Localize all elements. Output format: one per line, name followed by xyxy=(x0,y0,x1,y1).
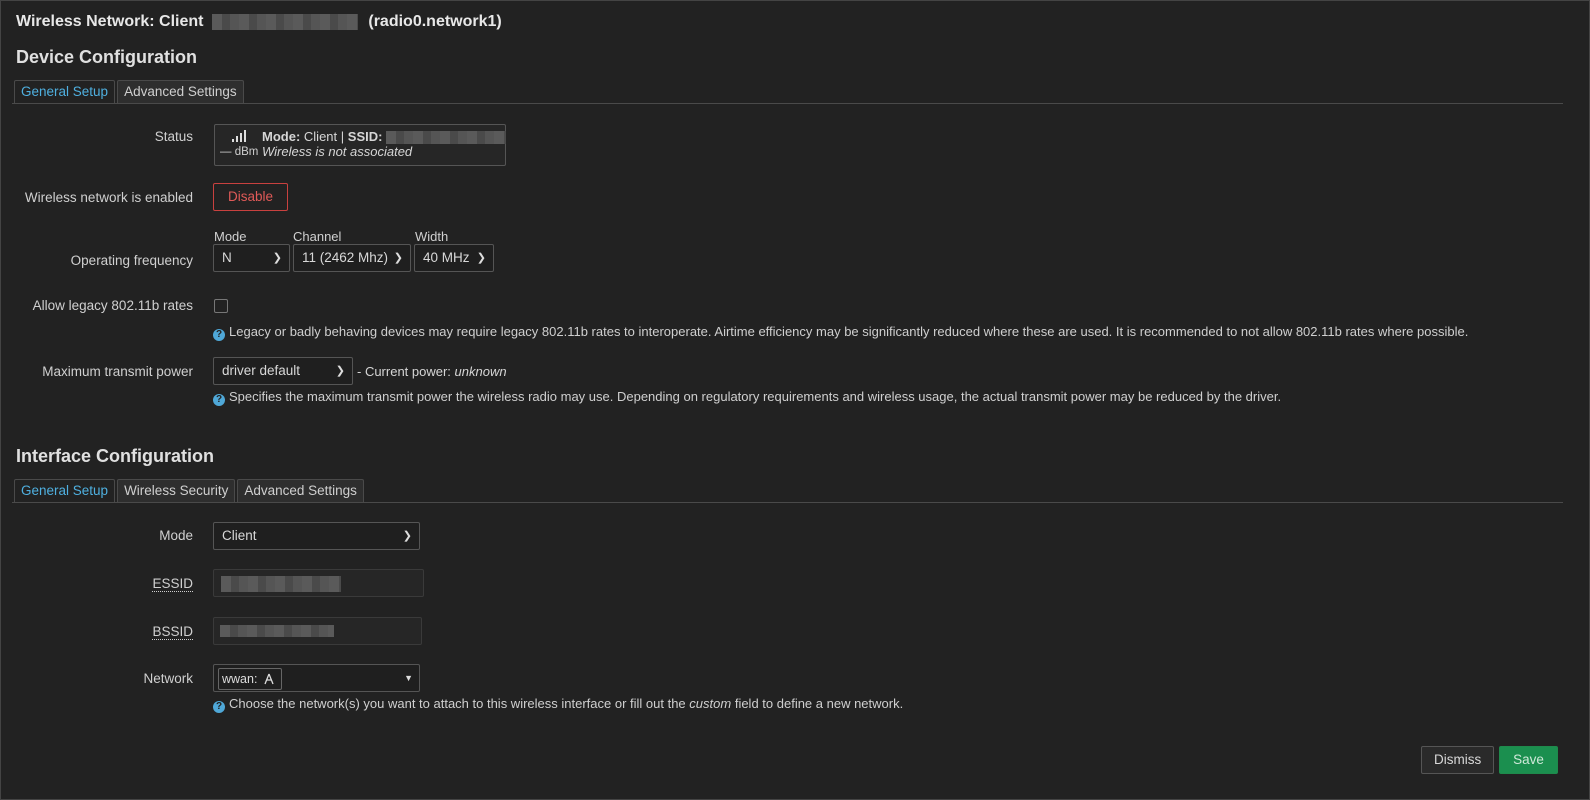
freq-mode-select[interactable]: N ❯ xyxy=(213,244,290,272)
essid-label: ESSID xyxy=(152,576,193,592)
help-icon: ? xyxy=(213,329,225,341)
freq-mode-label: Mode xyxy=(214,229,247,244)
chevron-down-icon: ❯ xyxy=(393,252,403,264)
interface-config-tabs: General Setup Wireless Security Advanced… xyxy=(14,479,364,503)
tab-wireless-security[interactable]: Wireless Security xyxy=(117,479,236,502)
redacted-ssid xyxy=(211,13,358,30)
bssid-label-text: BSSID xyxy=(152,624,193,640)
dismiss-button[interactable]: Dismiss xyxy=(1421,746,1495,774)
legacy-help-text: Legacy or badly behaving devices may req… xyxy=(229,324,1469,339)
redacted-ssid-value xyxy=(386,131,507,145)
redacted-bssid xyxy=(220,625,334,637)
network-help-em: custom xyxy=(689,696,732,711)
status-separator: | xyxy=(340,129,345,144)
interface-config-heading: Interface Configuration xyxy=(16,446,215,466)
mode-key: Mode: xyxy=(262,129,301,144)
title-suffix: (radio0.network1) xyxy=(368,13,502,30)
chevron-down-icon: ❯ xyxy=(402,530,412,542)
network-help: ? Choose the network(s) you want to attac… xyxy=(213,696,903,713)
freq-mode-value: N xyxy=(222,250,232,265)
redacted-essid xyxy=(221,576,341,592)
page-title: Wireless Network: Client (radio0.network… xyxy=(16,13,502,31)
current-power-prefix: - Current power: xyxy=(357,364,451,379)
bssid-input[interactable] xyxy=(213,617,422,645)
tab-iface-advanced-settings[interactable]: Advanced Settings xyxy=(237,479,364,502)
iface-mode-label: Mode xyxy=(159,528,193,543)
freq-width-value: 40 MHz xyxy=(423,250,470,265)
iface-mode-value: Client xyxy=(222,528,257,543)
status-line: Mode: Client | SSID: xyxy=(262,129,507,145)
operating-frequency-label: Operating frequency xyxy=(70,253,193,268)
chevron-down-icon: ❯ xyxy=(476,252,486,264)
chevron-down-icon: ❯ xyxy=(335,365,345,377)
mode-value: Client xyxy=(303,129,338,144)
network-label: Network xyxy=(143,671,193,686)
freq-width-label: Width xyxy=(415,229,449,244)
current-power: - Current power: unknown xyxy=(357,364,507,379)
tab-advanced-settings[interactable]: Advanced Settings xyxy=(117,80,244,103)
essid-label-text: ESSID xyxy=(152,576,193,592)
save-button[interactable]: Save xyxy=(1499,746,1558,774)
network-help-prefix: Choose the network(s) you want to attach… xyxy=(229,696,686,711)
network-help-suffix: field to define a new network. xyxy=(734,696,904,711)
current-power-value: unknown xyxy=(454,364,507,379)
status-label: Status xyxy=(154,129,193,144)
bssid-label: BSSID xyxy=(152,624,193,640)
freq-channel-value: 11 (2462 Mhz) xyxy=(302,250,389,265)
legacy-help: ? Legacy or badly behaving devices may re… xyxy=(213,324,1468,341)
signal-icon xyxy=(232,130,246,142)
legacy-label: Allow legacy 802.11b rates xyxy=(32,298,193,313)
help-icon: ? xyxy=(213,394,225,406)
network-chip-label: wwan: xyxy=(222,672,258,686)
device-config-tabs: General Setup Advanced Settings xyxy=(14,80,244,104)
ssid-key: SSID: xyxy=(347,129,383,144)
help-icon: ? xyxy=(213,701,225,713)
network-icon xyxy=(264,673,275,685)
iface-mode-select[interactable]: Client ❯ xyxy=(213,522,420,550)
network-chip[interactable]: wwan: xyxy=(218,668,283,690)
device-config-heading: Device Configuration xyxy=(16,47,198,67)
freq-channel-select[interactable]: 11 (2462 Mhz) ❯ xyxy=(293,244,411,272)
tab-general-setup[interactable]: General Setup xyxy=(14,80,116,103)
chevron-down-icon: ❯ xyxy=(272,252,282,264)
essid-input[interactable] xyxy=(213,569,424,597)
enabled-label: Wireless network is enabled xyxy=(24,190,193,205)
tab-divider xyxy=(12,103,1563,104)
freq-channel-label: Channel xyxy=(293,229,342,244)
txpower-label: Maximum transmit power xyxy=(42,364,193,379)
legacy-checkbox[interactable] xyxy=(214,299,228,313)
tab-divider xyxy=(12,502,1563,503)
assoc-status: Wireless is not associated xyxy=(262,144,413,159)
freq-width-select[interactable]: 40 MHz ❯ xyxy=(414,244,494,272)
txpower-help: ? Specifies the maximum transmit power th… xyxy=(213,389,1281,406)
signal-dbm: — dBm xyxy=(220,146,259,158)
dropdown-caret-icon: ▼ xyxy=(404,673,413,683)
status-box: — dBm Mode: Client | SSID: Wireless is n… xyxy=(214,124,507,166)
network-select[interactable]: wwan: ▼ xyxy=(213,664,420,692)
txpower-help-text: Specifies the maximum transmit power the… xyxy=(229,389,1282,404)
txpower-value: driver default xyxy=(222,363,301,378)
tab-iface-general-setup[interactable]: General Setup xyxy=(14,479,116,502)
title-prefix: Wireless Network: Client xyxy=(16,13,204,30)
disable-button[interactable]: Disable xyxy=(213,183,289,211)
txpower-select[interactable]: driver default ❯ xyxy=(213,357,353,385)
